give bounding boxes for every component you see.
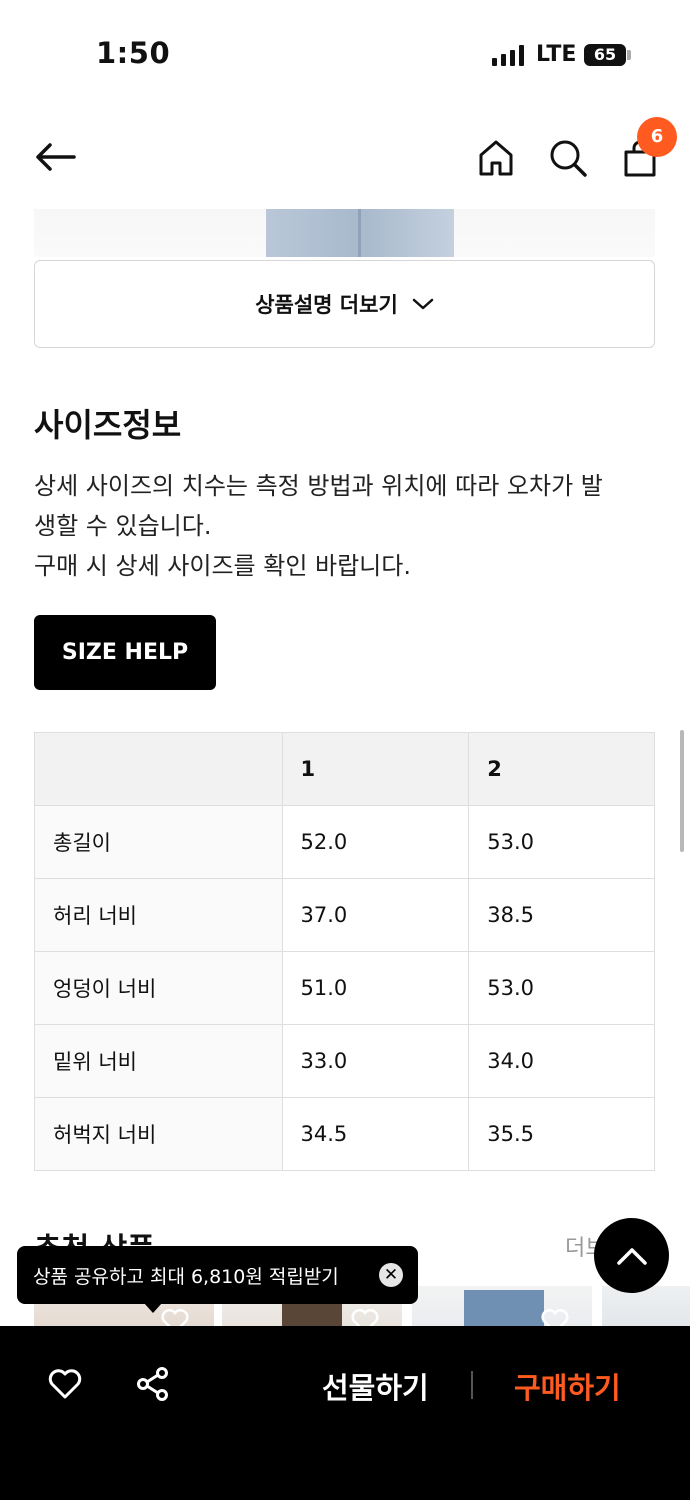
toast-text: 상품 공유하고 최대 6,810원 적립받기 <box>33 1265 339 1288</box>
battery-icon: 65 <box>584 44 626 66</box>
table-cell: 34.0 <box>468 1024 655 1098</box>
table-header-cell: 1 <box>281 732 470 806</box>
scrollbar[interactable] <box>680 730 684 852</box>
buy-button[interactable]: 구매하기 <box>514 1365 621 1407</box>
cart-count-badge: 6 <box>637 117 677 157</box>
close-icon[interactable]: ✕ <box>379 1263 403 1287</box>
size-info-title: 사이즈정보 <box>34 406 182 444</box>
product-thumbnail[interactable] <box>602 1286 690 1330</box>
description-line: 상세 사이즈의 치수는 측정 방법과 위치에 따라 오차가 발 <box>34 472 603 500</box>
share-reward-toast[interactable]: 상품 공유하고 최대 6,810원 적립받기 <box>17 1246 418 1304</box>
status-time: 1:50 <box>96 36 171 70</box>
toast-pointer <box>144 1303 162 1313</box>
more-description-label: 상품설명 더보기 <box>255 293 398 317</box>
table-cell: 33.0 <box>281 1024 470 1098</box>
gift-button[interactable]: 선물하기 <box>322 1365 429 1407</box>
row-label: 밑위 너비 <box>34 1024 283 1098</box>
network-label: LTE <box>536 42 577 67</box>
divider <box>471 1371 473 1399</box>
table-row: 총길이 52.0 53.0 <box>34 805 655 879</box>
table-cell: 34.5 <box>281 1097 470 1171</box>
table-header-row: 1 2 <box>34 732 655 806</box>
table-cell: 37.0 <box>281 878 470 952</box>
table-row: 밑위 너비 33.0 34.0 <box>34 1024 655 1098</box>
table-cell: 51.0 <box>281 951 470 1025</box>
table-cell: 38.5 <box>468 878 655 952</box>
back-icon[interactable] <box>30 134 80 180</box>
table-cell: 35.5 <box>468 1097 655 1171</box>
table-cell: 52.0 <box>281 805 470 879</box>
wishlist-heart-icon[interactable] <box>44 1364 86 1404</box>
product-image <box>34 209 655 257</box>
description-line: 생할 수 있습니다. <box>34 512 212 540</box>
chevron-up-icon <box>616 1247 647 1265</box>
home-icon[interactable] <box>474 136 518 180</box>
battery-tip <box>627 50 631 60</box>
scroll-to-top-button[interactable] <box>594 1218 669 1293</box>
product-jeans-image <box>266 209 454 257</box>
table-header-cell <box>34 732 283 806</box>
table-row: 엉덩이 너비 51.0 53.0 <box>34 951 655 1025</box>
description-line: 구매 시 상세 사이즈를 확인 바랍니다. <box>34 552 411 580</box>
size-help-button[interactable]: SIZE HELP <box>34 615 216 690</box>
row-label: 허벅지 너비 <box>34 1097 283 1171</box>
table-cell: 53.0 <box>468 951 655 1025</box>
size-info-description: 상세 사이즈의 치수는 측정 방법과 위치에 따라 오차가 발 생할 수 있습니… <box>34 466 664 586</box>
more-description-button[interactable]: 상품설명 더보기 <box>34 260 655 348</box>
table-row: 허벅지 너비 34.5 35.5 <box>34 1097 655 1171</box>
row-label: 허리 너비 <box>34 878 283 952</box>
table-row: 허리 너비 37.0 38.5 <box>34 878 655 952</box>
share-icon[interactable] <box>133 1364 173 1404</box>
bottom-action-bar <box>0 1326 690 1500</box>
chevron-down-icon <box>412 298 434 310</box>
row-label: 총길이 <box>34 805 283 879</box>
search-icon[interactable] <box>546 136 590 180</box>
row-label: 엉덩이 너비 <box>34 951 283 1025</box>
size-table: 1 2 총길이 52.0 53.0 허리 너비 37.0 38.5 엉덩이 너비… <box>34 732 655 1171</box>
table-cell: 53.0 <box>468 805 655 879</box>
signal-icon <box>492 44 524 66</box>
table-header-cell: 2 <box>468 732 655 806</box>
